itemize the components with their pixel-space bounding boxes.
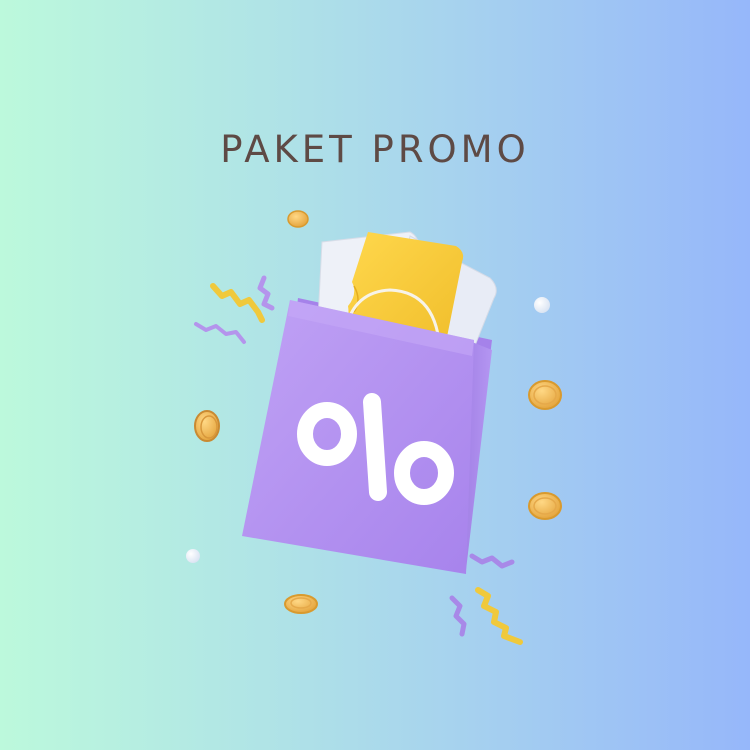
shopping-bag-percent-icon: [242, 231, 497, 574]
promo-illustration: [186, 210, 562, 645]
coin-icon: [194, 410, 220, 442]
pearl-icon: [534, 297, 550, 313]
coin-icon: [528, 492, 562, 520]
coin-icon: [528, 380, 562, 410]
coin-icon: [287, 210, 309, 228]
pearl-icon: [186, 549, 200, 563]
coin-icon: [284, 594, 318, 614]
